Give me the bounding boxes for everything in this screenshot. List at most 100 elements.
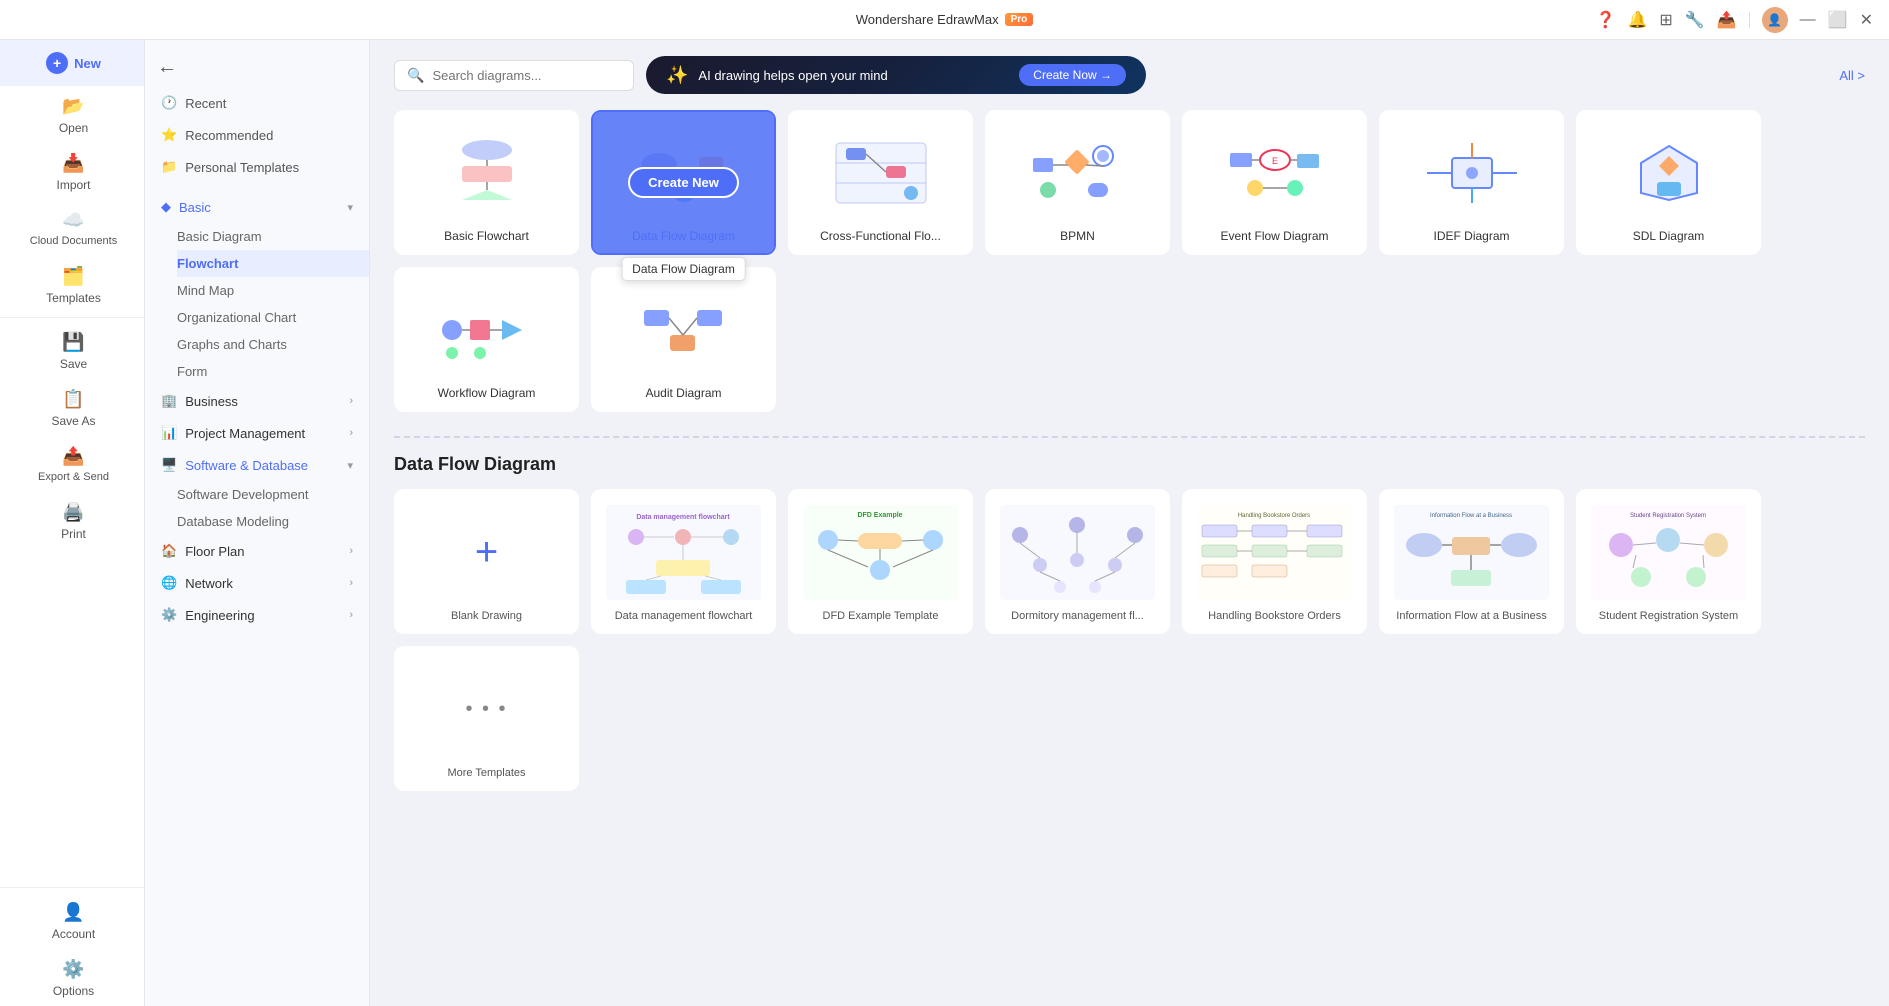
nav-form[interactable]: Form [177, 358, 369, 385]
close-btn[interactable]: ✕ [1860, 10, 1873, 30]
print-icon: 🖨️ [62, 502, 84, 523]
card-cross-functional[interactable]: Cross-Functional Flo... [788, 110, 973, 255]
nav-software-sub: Software Development Database Modeling [145, 481, 369, 535]
card-workflow-label: Workflow Diagram [438, 386, 536, 400]
card-sdl-image [1588, 122, 1749, 223]
business-chevron: › [349, 395, 353, 407]
nav-mind-map[interactable]: Mind Map [177, 277, 369, 304]
share-icon[interactable]: 📤 [1717, 10, 1737, 30]
all-link[interactable]: All > [1839, 68, 1865, 83]
business-icon: 🏢 [161, 393, 177, 409]
software-icon: 🖥️ [161, 457, 177, 473]
template-blank[interactable]: + Blank Drawing [394, 489, 579, 634]
sidebar-item-print[interactable]: 🖨️ Print [0, 492, 144, 549]
card-bpmn[interactable]: BPMN [985, 110, 1170, 255]
search-input[interactable] [432, 68, 621, 83]
nav-flowchart[interactable]: Flowchart [177, 250, 369, 277]
pm-chevron: › [349, 427, 353, 439]
help-icon[interactable]: ❓ [1596, 10, 1616, 30]
card-idef-image [1391, 122, 1552, 223]
template-dfd-label: DFD Example Template [823, 610, 939, 622]
sidebar-item-export[interactable]: 📤 Export & Send [0, 436, 144, 492]
app-name: Wondershare EdrawMax [856, 12, 999, 27]
template-info-flow[interactable]: Information Flow at a Business Informati… [1379, 489, 1564, 634]
ai-banner[interactable]: ✨ AI drawing helps open your mind Create… [646, 56, 1146, 94]
card-audit[interactable]: Audit Diagram [591, 267, 776, 412]
card-data-flow[interactable]: AI Create New Data Flow Diagram Data Flo… [591, 110, 776, 255]
card-workflow[interactable]: Workflow Diagram [394, 267, 579, 412]
card-basic-flowchart[interactable]: Basic Flowchart [394, 110, 579, 255]
nav-section-business[interactable]: 🏢 Business › [145, 385, 369, 417]
user-avatar[interactable]: 👤 [1762, 7, 1788, 33]
card-idef[interactable]: IDEF Diagram [1379, 110, 1564, 255]
nav-basic-label: Basic [179, 200, 211, 215]
nav-org-chart[interactable]: Organizational Chart [177, 304, 369, 331]
titlebar: Wondershare EdrawMax Pro ❓ 🔔 ⊞ 🔧 📤 👤 — ⬜… [0, 0, 1889, 40]
template-dfd-example[interactable]: DFD Example DFD Example Template [788, 489, 973, 634]
sidebar-item-open[interactable]: 📂 Open [0, 86, 144, 143]
template-info-flow-label: Information Flow at a Business [1396, 610, 1546, 622]
nav-personal-label: Personal Templates [185, 160, 299, 175]
template-bookstore[interactable]: Handling Bookstore Orders [1182, 489, 1367, 634]
more-dots: • • • [465, 698, 507, 721]
card-sdl[interactable]: SDL Diagram [1576, 110, 1761, 255]
nav-section-basic[interactable]: ◆ Basic ▾ [145, 191, 369, 223]
search-icon: 🔍 [407, 67, 424, 84]
nav-section-network[interactable]: 🌐 Network › [145, 567, 369, 599]
sidebar-divider-1 [0, 317, 144, 318]
bell-icon[interactable]: 🔔 [1628, 10, 1648, 30]
sidebar-item-templates[interactable]: 🗂️ Templates [0, 256, 144, 313]
apps-icon[interactable]: ⊞ [1659, 10, 1672, 30]
card-bpmn-image [997, 122, 1158, 223]
card-cross-functional-image [800, 122, 961, 223]
open-icon: 📂 [62, 96, 84, 117]
recommended-icon: ⭐ [161, 127, 177, 143]
settings-icon[interactable]: 🔧 [1685, 10, 1705, 30]
card-event-flow-label: Event Flow Diagram [1220, 229, 1328, 243]
card-idef-label: IDEF Diagram [1433, 229, 1509, 243]
sidebar-item-saveas[interactable]: 📋 Save As [0, 379, 144, 436]
nav-software-dev[interactable]: Software Development [177, 481, 369, 508]
nav-recent[interactable]: 🕐 Recent [145, 87, 369, 119]
template-dormitory[interactable]: Dormitory management fl... [985, 489, 1170, 634]
templates-icon: 🗂️ [62, 266, 84, 287]
sidebar-item-options[interactable]: ⚙️ Options [0, 949, 144, 1006]
nav-personal-templates[interactable]: 📁 Personal Templates [145, 151, 369, 183]
nav-graphs[interactable]: Graphs and Charts [177, 331, 369, 358]
template-data-mgmt[interactable]: Data management flowchart Dat [591, 489, 776, 634]
nav-software-label: Software & Database [185, 458, 308, 473]
template-more[interactable]: • • • More Templates [394, 646, 579, 791]
svg-text:Student Registration System: Student Registration System [1630, 513, 1706, 519]
sidebar-item-account[interactable]: 👤 Account [0, 892, 144, 949]
svg-text:E: E [1271, 156, 1277, 166]
nav-basic-diagram[interactable]: Basic Diagram [177, 223, 369, 250]
ai-icon: ✨ [666, 65, 688, 86]
search-box[interactable]: 🔍 [394, 60, 634, 91]
nav-database[interactable]: Database Modeling [177, 508, 369, 535]
template-student-reg[interactable]: Student Registration System Student Regi… [1576, 489, 1761, 634]
back-icon[interactable]: ← [157, 56, 177, 78]
nav-section-floorplan[interactable]: 🏠 Floor Plan › [145, 535, 369, 567]
create-new-btn[interactable]: Create New [628, 167, 739, 198]
nav-section-engineering[interactable]: ⚙️ Engineering › [145, 599, 369, 631]
card-event-flow[interactable]: E Event Flow Diagram [1182, 110, 1367, 255]
template-blank-label: Blank Drawing [451, 610, 522, 622]
section-title: Data Flow Diagram [394, 454, 1865, 475]
sidebar-item-import[interactable]: 📥 Import [0, 143, 144, 200]
nav-recommended[interactable]: ⭐ Recommended [145, 119, 369, 151]
pm-icon: 📊 [161, 425, 177, 441]
sidebar-item-new[interactable]: + New [0, 40, 144, 86]
ai-create-btn[interactable]: Create Now → [1019, 64, 1126, 86]
back-btn[interactable]: ← [145, 48, 369, 87]
template-dormitory-label: Dormitory management fl... [1011, 610, 1144, 622]
nav-orgchart-label: Organizational Chart [177, 310, 296, 325]
minimize-btn[interactable]: — [1800, 11, 1816, 29]
maximize-btn[interactable]: ⬜ [1828, 10, 1848, 30]
nav-section-software[interactable]: 🖥️ Software & Database ▾ [145, 449, 369, 481]
svg-text:Handling Bookstore Orders: Handling Bookstore Orders [1238, 513, 1310, 519]
sidebar-item-cloud[interactable]: ☁️ Cloud Documents [0, 200, 144, 256]
nav-section-pm[interactable]: 📊 Project Management › [145, 417, 369, 449]
ai-text: AI drawing helps open your mind [698, 68, 1009, 83]
card-bpmn-label: BPMN [1060, 229, 1095, 243]
sidebar-item-save[interactable]: 💾 Save [0, 322, 144, 379]
